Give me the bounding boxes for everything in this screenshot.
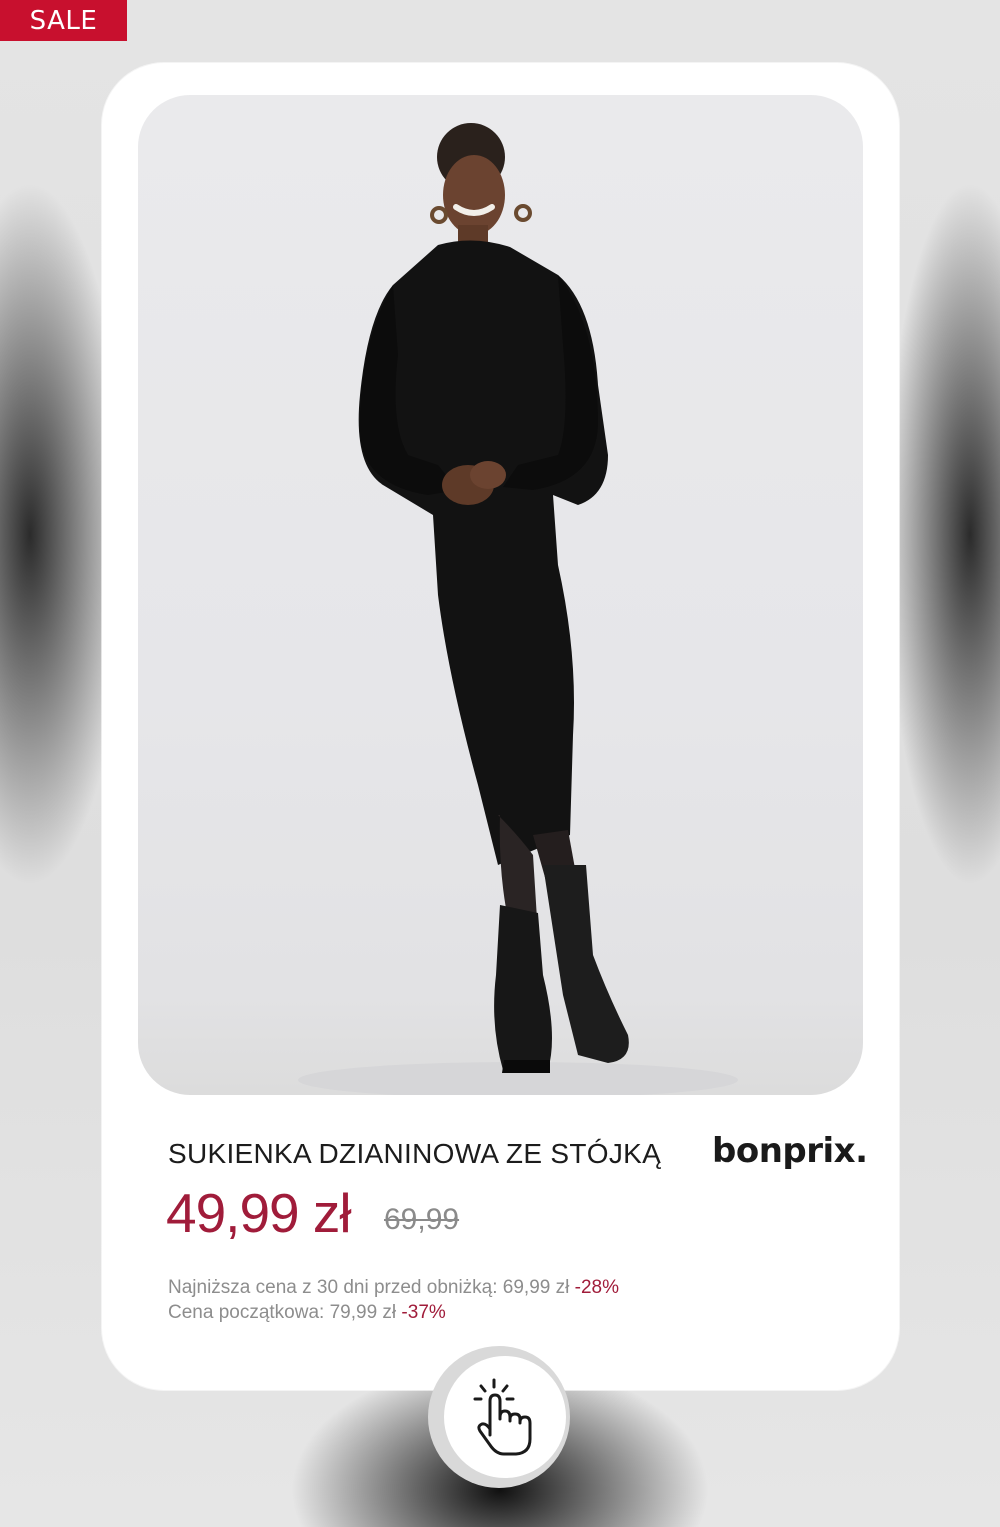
tap-button[interactable]	[444, 1356, 566, 1478]
product-title: SUKIENKA DZIANINOWA ZE STÓJKĄ	[168, 1138, 662, 1169]
initial-price-label: Cena początkowa: 79,99 zł	[168, 1302, 397, 1323]
initial-price-discount: -37%	[401, 1302, 446, 1323]
lowest-price-label: Najniższa cena z 30 dni przed obniżką: 6…	[168, 1277, 570, 1298]
hand-tap-icon	[473, 1378, 532, 1456]
brand-logo: bonprix.	[712, 1131, 868, 1171]
product-card[interactable]: SUKIENKA DZIANINOWA ZE STÓJKĄ bonprix. 4…	[102, 63, 899, 1390]
sale-badge: SALE	[0, 0, 127, 41]
lowest-price-discount: -28%	[574, 1277, 619, 1298]
lowest-price-note: Najniższa cena z 30 dni przed obniżką: 6…	[168, 1277, 619, 1299]
initial-price-note: Cena początkowa: 79,99 zł -37%	[168, 1302, 446, 1324]
old-price: 69,99	[384, 1203, 460, 1236]
sale-price: 49,99 zł	[166, 1182, 352, 1244]
product-photo[interactable]	[138, 95, 863, 1095]
